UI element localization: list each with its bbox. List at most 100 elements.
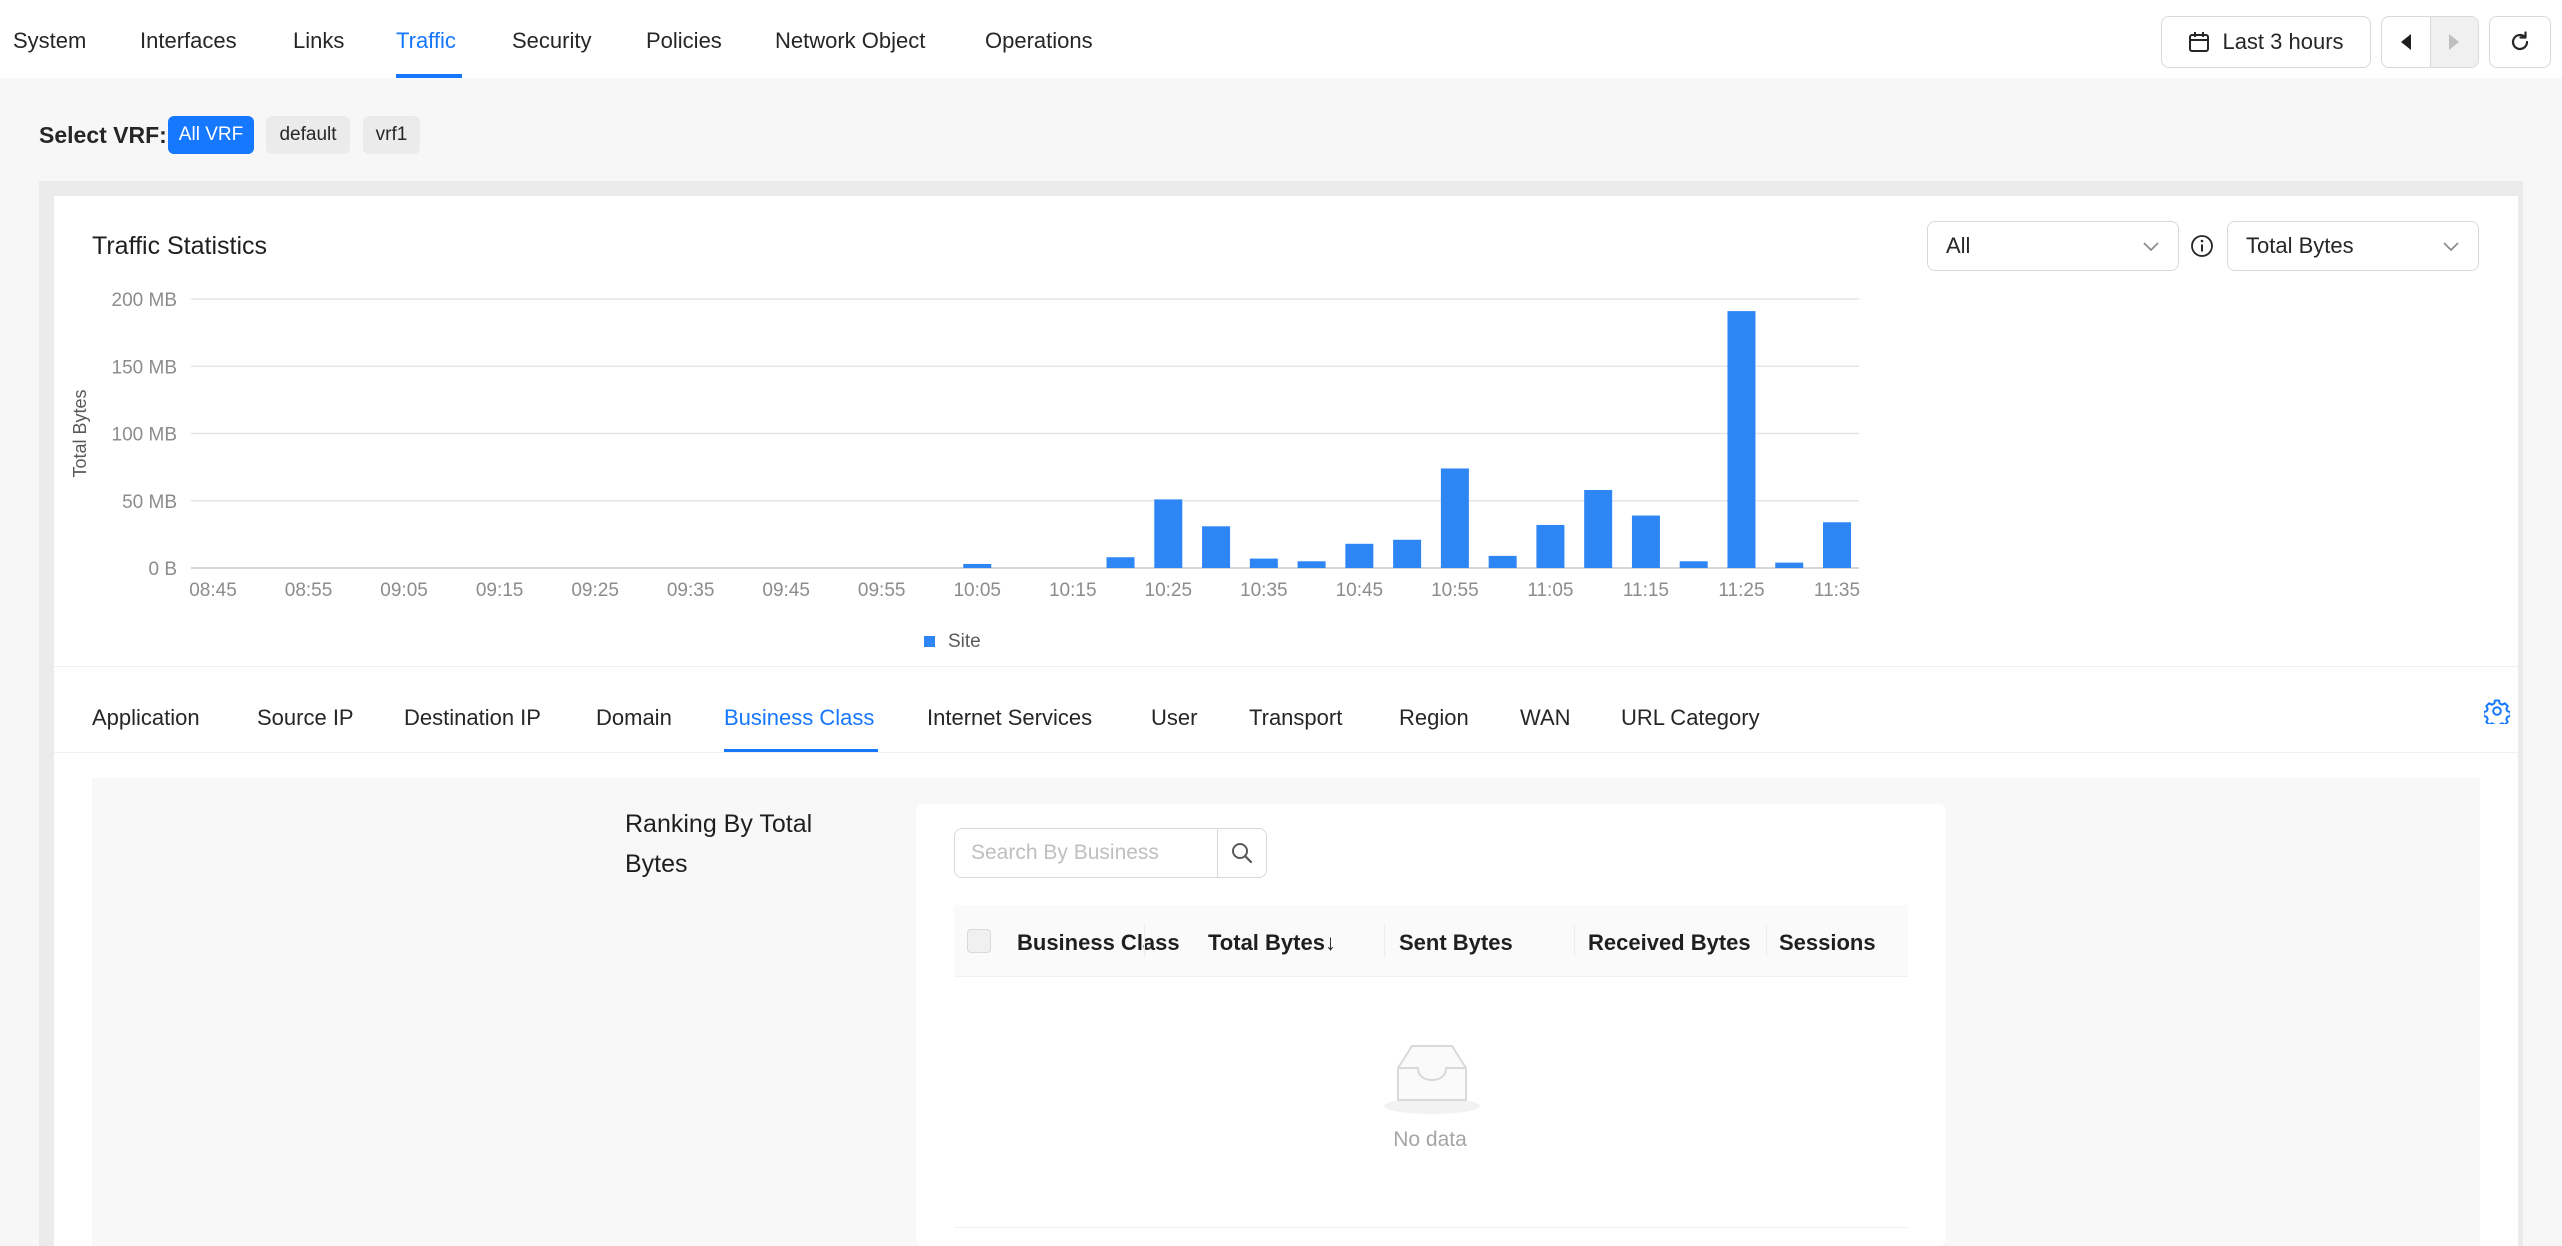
- x-tick-label: 08:45: [189, 580, 237, 601]
- chevron-down-icon: [2143, 242, 2159, 252]
- tab-policies[interactable]: Policies: [646, 28, 722, 54]
- refresh-button[interactable]: [2489, 16, 2551, 68]
- bar: [963, 563, 992, 568]
- subtab-domain[interactable]: Domain: [596, 705, 672, 731]
- bar: [1536, 524, 1565, 568]
- select-all-checkbox[interactable]: [967, 929, 991, 953]
- active-tab-indicator: [396, 74, 462, 78]
- column-separator: [1384, 925, 1385, 957]
- chevron-down-icon: [2443, 242, 2459, 252]
- tab-system[interactable]: System: [13, 28, 86, 54]
- y-tick-label: 200 MB: [112, 290, 177, 311]
- column-separator: [1574, 925, 1575, 957]
- x-tick-label: 10:35: [1240, 580, 1288, 601]
- x-tick-label: 09:35: [667, 580, 715, 601]
- section-divider: [54, 666, 2518, 667]
- x-tick-label: 09:25: [571, 580, 619, 601]
- bar: [1106, 557, 1135, 568]
- legend-label: Site: [948, 631, 981, 652]
- empty-state-text: No data: [1393, 1128, 1467, 1151]
- bar: [1488, 555, 1517, 568]
- legend-swatch: [924, 636, 935, 647]
- calendar-icon: [2189, 32, 2210, 52]
- ranking-title: Ranking By Total Bytes: [625, 810, 813, 878]
- subtab-wan[interactable]: WAN: [1520, 705, 1571, 731]
- x-tick-label: 11:25: [1718, 580, 1764, 601]
- subtab-user[interactable]: User: [1151, 705, 1197, 731]
- vrf-option-all[interactable]: All VRF: [168, 116, 254, 154]
- subtabs-baseline: [54, 752, 2518, 753]
- y-tick-label: 100 MB: [112, 425, 177, 446]
- traffic-bar-chart: 0 B 50 MB 100 MB 150 MB 200 MB Total Bytes 08:…: [70, 290, 1860, 652]
- subtab-region[interactable]: Region: [1399, 705, 1469, 731]
- column-business-class[interactable]: Business Class: [1017, 930, 1180, 956]
- bar: [1297, 561, 1326, 568]
- column-total-bytes[interactable]: Total Bytes↓: [1208, 930, 1336, 956]
- next-period-button[interactable]: [2429, 17, 2478, 67]
- tab-security[interactable]: Security: [512, 28, 591, 54]
- vrf-label: Select VRF:: [39, 122, 167, 148]
- tab-traffic[interactable]: Traffic: [396, 28, 456, 54]
- column-received-bytes[interactable]: Received Bytes: [1588, 930, 1751, 956]
- subtab-transport[interactable]: Transport: [1249, 705, 1342, 731]
- time-range-button[interactable]: Last 3 hours: [2161, 16, 2371, 68]
- x-tick-label: 11:35: [1814, 580, 1860, 601]
- refresh-icon: [2511, 31, 2529, 51]
- x-tick-label: 09:05: [380, 580, 428, 601]
- column-sent-bytes[interactable]: Sent Bytes: [1399, 930, 1513, 956]
- tab-operations[interactable]: Operations: [985, 28, 1093, 54]
- time-navigation: [2381, 16, 2479, 68]
- x-tick-label: 11:15: [1623, 580, 1669, 601]
- bar: [1154, 499, 1183, 568]
- previous-period-button[interactable]: [2382, 17, 2430, 67]
- column-separator: [1144, 925, 1145, 957]
- time-range-label: Last 3 hours: [2222, 29, 2344, 54]
- x-tick-label: 10:15: [1049, 580, 1097, 601]
- bar: [1823, 522, 1851, 568]
- subtab-application[interactable]: Application: [92, 705, 200, 731]
- bar: [1202, 526, 1231, 568]
- vrf-option-vrf1[interactable]: vrf1: [363, 116, 420, 154]
- subtab-internet-services[interactable]: Internet Services: [927, 705, 1092, 731]
- search-button[interactable]: [1217, 828, 1267, 878]
- x-tick-label: 09:45: [762, 580, 810, 601]
- metric-select-value: Total Bytes: [2246, 233, 2354, 258]
- x-tick-label: 10:25: [1145, 580, 1193, 601]
- search-input[interactable]: Search By Business: [954, 828, 1218, 878]
- subtab-business-class[interactable]: Business Class: [724, 705, 874, 731]
- subtab-source-ip[interactable]: Source IP: [257, 705, 354, 731]
- tab-links[interactable]: Links: [293, 28, 344, 54]
- y-axis-label: Total Bytes: [70, 389, 90, 477]
- bar: [1249, 558, 1278, 568]
- tab-network-object[interactable]: Network Object: [775, 28, 925, 54]
- info-icon[interactable]: [2190, 234, 2214, 258]
- column-sessions[interactable]: Sessions: [1779, 930, 1876, 956]
- column-total-bytes-label: Total Bytes: [1208, 930, 1325, 955]
- x-tick-label: 09:55: [858, 580, 906, 601]
- x-tick-label: 08:55: [285, 580, 333, 601]
- subtab-url-category[interactable]: URL Category: [1621, 705, 1760, 731]
- subtab-destination-ip[interactable]: Destination IP: [404, 705, 541, 731]
- bar: [1679, 561, 1708, 568]
- tab-interfaces[interactable]: Interfaces: [140, 28, 237, 54]
- vrf-option-default[interactable]: default: [266, 116, 350, 154]
- bar: [1727, 311, 1756, 568]
- metric-select[interactable]: Total Bytes: [2227, 221, 2479, 271]
- column-separator: [1766, 925, 1767, 957]
- sort-descending-icon: ↓: [1324, 930, 1336, 955]
- x-tick-label: 09:15: [476, 580, 524, 601]
- y-tick-label: 50 MB: [122, 492, 177, 513]
- bar: [1440, 468, 1469, 568]
- y-tick-label: 0 B: [148, 559, 177, 580]
- active-subtab-indicator: [724, 749, 878, 752]
- bar: [1775, 562, 1804, 568]
- search-icon: [1232, 843, 1253, 864]
- bar: [1631, 515, 1660, 568]
- empty-inbox-icon: [1384, 1045, 1480, 1114]
- filter-select[interactable]: All: [1927, 221, 2179, 271]
- bar: [1393, 539, 1422, 568]
- x-tick-label: 10:45: [1336, 580, 1384, 601]
- table-header: Business Class Total Bytes↓ Sent Bytes R…: [954, 905, 1908, 977]
- gear-icon[interactable]: [2484, 698, 2510, 724]
- caret-left-icon: [2400, 34, 2411, 50]
